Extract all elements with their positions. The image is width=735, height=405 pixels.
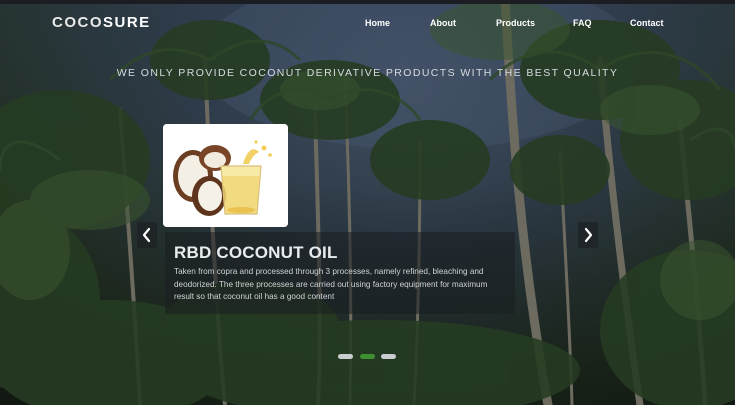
carousel-indicators <box>338 354 398 360</box>
main-nav: Home About Products FAQ Contact <box>0 18 735 32</box>
carousel-prev-button[interactable] <box>137 222 157 248</box>
nav-faq[interactable]: FAQ <box>573 18 592 28</box>
top-strip <box>0 0 735 4</box>
slide-description: Taken from copra and processed through 3… <box>174 267 488 301</box>
carousel-dot-3[interactable] <box>381 354 396 359</box>
product-image <box>163 124 288 227</box>
chevron-right-icon <box>584 227 593 243</box>
nav-about[interactable]: About <box>430 18 456 28</box>
hero-background <box>0 0 735 405</box>
nav-products[interactable]: Products <box>496 18 535 28</box>
carousel-dot-1[interactable] <box>338 354 353 359</box>
coconut-oil-image <box>163 124 288 227</box>
chevron-left-icon <box>142 227 151 243</box>
hero-tagline: WE ONLY PROVIDE COCONUT DERIVATIVE PRODU… <box>116 67 619 79</box>
nav-home[interactable]: Home <box>365 18 390 28</box>
slide-title: RBD COCONUT OIL <box>174 243 338 262</box>
carousel-next-button[interactable] <box>578 222 598 248</box>
hero-overlay <box>0 0 735 405</box>
nav-contact[interactable]: Contact <box>630 18 664 28</box>
carousel-dot-2[interactable] <box>360 354 375 359</box>
